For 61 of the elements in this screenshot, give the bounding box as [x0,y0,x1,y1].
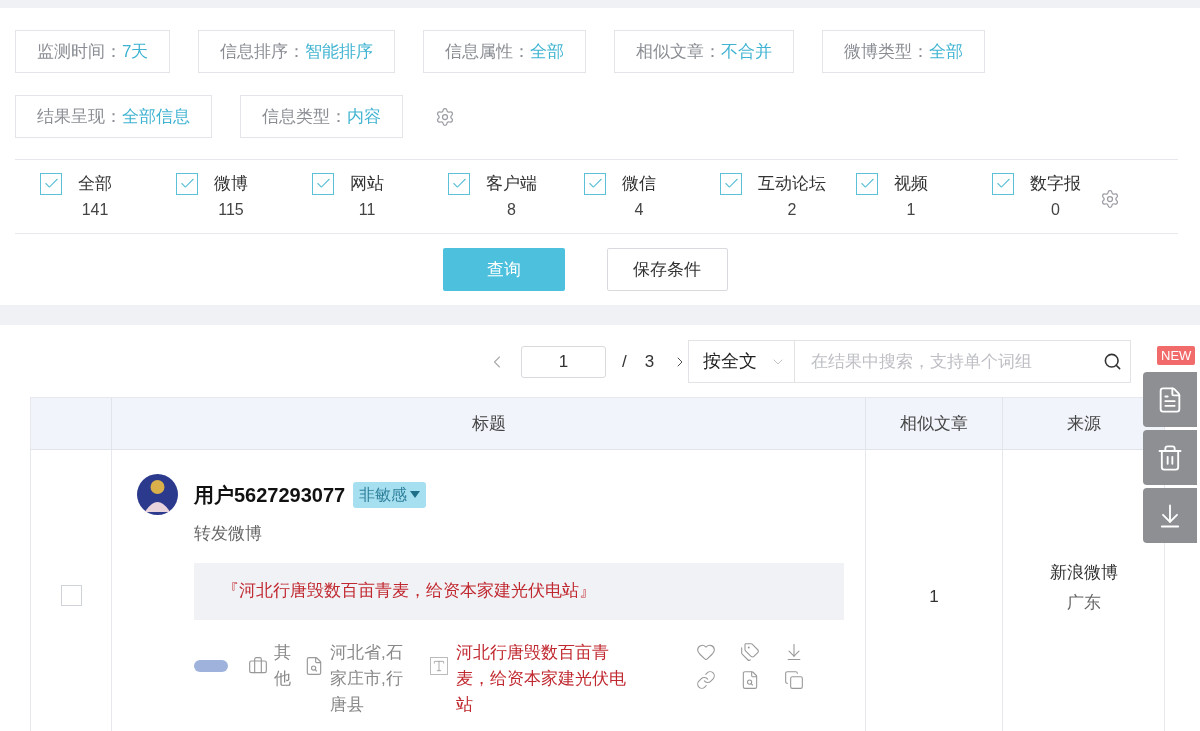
filter-label: 监测时间： [37,40,122,63]
username: 用户5627293077 [194,482,346,508]
filter-value: 全部 [929,40,964,63]
channel-label: 微信 [622,172,656,195]
channel-count: 11 [358,199,376,220]
channel-count: 2 [787,199,797,220]
category-text: 其他 [274,641,292,690]
filter-label: 信息排序： [220,40,306,63]
filter-label: 微博类型： [844,40,930,63]
page-separator: / [622,350,627,373]
filter-label: 信息类型： [262,105,347,128]
channel-label: 视频 [894,172,928,195]
channel-count: 1 [906,199,916,220]
page-input[interactable]: 1 [521,345,606,378]
filter-value: 不合并 [721,40,773,63]
sentiment-label: 非敏感 [359,484,408,505]
column-header: 来源 [1066,412,1101,435]
source-region: 广东 [1066,592,1101,614]
filter-value: 7天 [122,40,149,63]
headline-text: 河北行唐毁数百亩青麦，给资本家建光伏电站 [456,641,627,716]
channel-count: 4 [634,199,644,220]
sentiment-tag[interactable]: 非敏感 [353,481,427,508]
column-header: 标题 [471,412,506,435]
filter-value: 全部信息 [122,105,190,128]
new-badge: NEW [1157,346,1196,365]
channel-label: 全部 [78,172,112,195]
filter-chip[interactable]: 微博类型：全部 [822,30,986,73]
filter-chip[interactable]: 信息类型：内容 [240,95,403,138]
filter-value: 全部 [530,40,565,63]
page-total: 3 [644,350,655,373]
filter-chip[interactable]: 信息排序：智能排序 [198,30,396,73]
channel-label: 微博 [214,172,248,195]
channel-label: 互动论坛 [758,172,826,195]
quoted-post: 『河北行唐毁数百亩青麦，给资本家建光伏电站』 [194,562,844,620]
filter-label: 信息属性： [445,40,531,63]
search-field[interactable]: 在结果中搜索，支持单个词组 [795,340,1132,383]
save-conditions-button[interactable]: 保存条件 [606,248,728,291]
channel-count: 8 [507,199,516,220]
filter-value: 智能排序 [305,40,374,63]
filter-value: 内容 [347,105,381,128]
filter-chip[interactable]: 结果呈现：全部信息 [15,95,212,138]
filter-label: 结果呈现： [37,105,122,128]
channel-label: 网站 [350,172,384,195]
channel-count: 115 [218,199,244,220]
similar-count: 1 [929,586,939,608]
channel-count: 0 [1051,199,1060,220]
post-type: 转发微博 [194,523,263,545]
location-text: 河北省,石家庄市,行唐县 [330,641,404,716]
filter-chip[interactable]: 信息属性：全部 [423,30,587,73]
search-placeholder: 在结果中搜索，支持单个词组 [811,350,1033,373]
search-mode-label: 按全文 [703,350,758,373]
channel-label: 数字报 [1030,172,1081,195]
source-name: 新浪微博 [1049,562,1118,584]
filter-chip[interactable]: 相似文章：不合并 [614,30,795,73]
search-mode-select[interactable]: 按全文 [688,340,796,383]
column-header: 相似文章 [900,412,968,435]
query-button[interactable]: 查询 [442,248,565,291]
channel-count: 141 [81,199,109,220]
filter-label: 相似文章： [636,40,722,63]
filter-chip[interactable]: 监测时间：7天 [15,30,171,73]
channel-label: 客户端 [486,172,537,195]
